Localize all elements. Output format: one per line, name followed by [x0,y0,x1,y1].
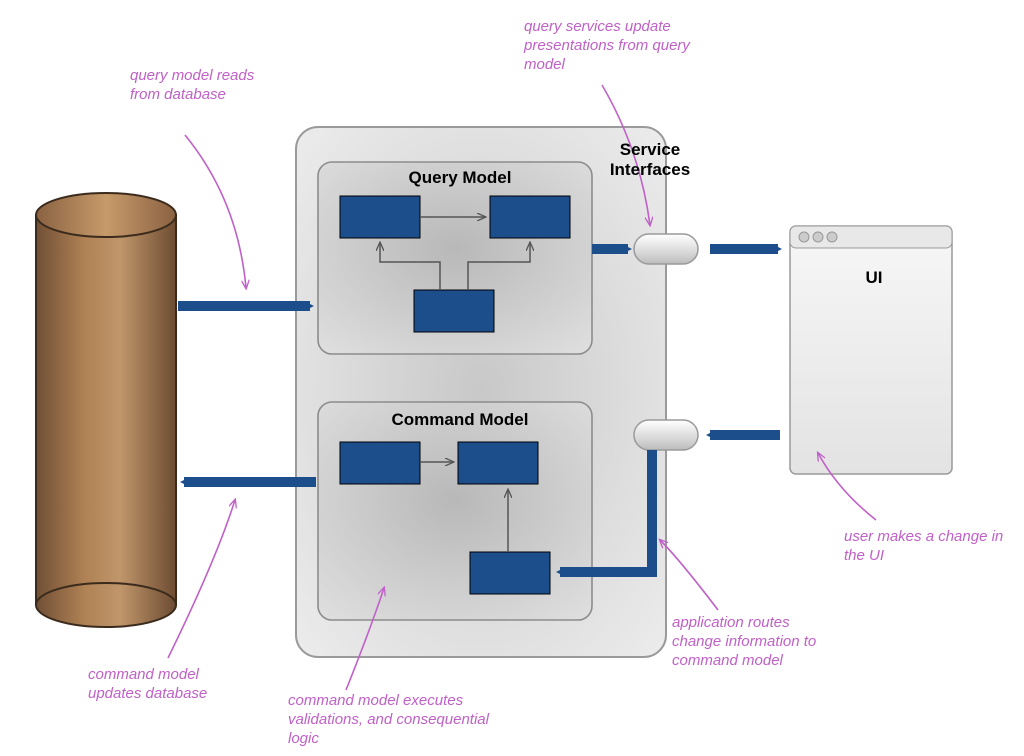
command-model-label: Command Model [370,410,550,430]
ui-label: UI [834,268,914,288]
query-model-label: Query Model [380,168,540,188]
anno-query-services: query services update presentations from… [524,18,714,74]
anno-user-change: user makes a change in the UI [844,528,1004,566]
anno-arrow-query-reads [185,135,246,288]
anno-arrow-app-routes [660,540,718,610]
command-service-port [634,420,698,450]
query-model-box [318,162,592,354]
ui-window [790,226,952,474]
anno-cmd-updates: command model updates database [88,666,248,704]
anno-app-routes: application routes change information to… [672,614,842,670]
anno-query-reads: query model reads from database [130,67,260,105]
query-service-port [634,234,698,264]
database-icon [36,193,176,627]
service-interfaces-label: Service Interfaces [600,140,700,180]
anno-arrow-cmd-updates [168,500,235,658]
command-model-box [318,402,592,620]
anno-cmd-exec: command model executes validations, and … [288,692,518,748]
